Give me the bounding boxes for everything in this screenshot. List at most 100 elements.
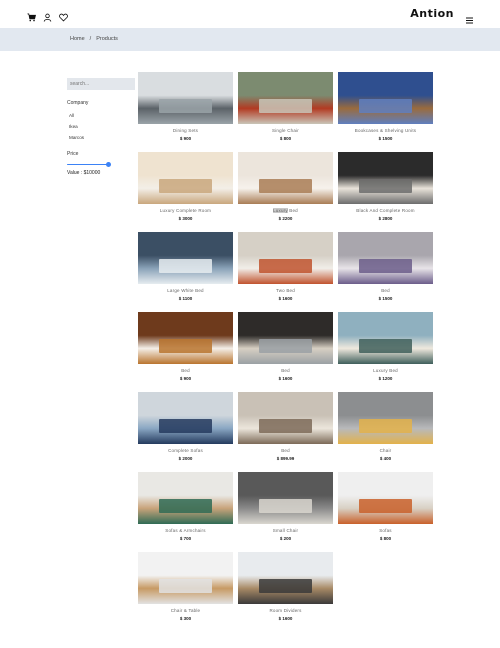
breadcrumb-home-link[interactable]: Home [70, 36, 85, 42]
product-name[interactable]: Dining Sets [138, 128, 233, 133]
product-card[interactable]: Bed $ 1500 [338, 232, 433, 312]
product-card[interactable]: Small Chair $ 200 [238, 472, 333, 552]
product-image[interactable] [238, 552, 333, 604]
product-card[interactable]: Single Chair $ 800 [238, 72, 333, 152]
product-image[interactable] [238, 72, 333, 124]
heart-icon[interactable] [59, 9, 68, 22]
product-card[interactable]: Room Dividers $ 1600 [238, 552, 333, 632]
product-price: $ 400 [379, 456, 392, 461]
product-card[interactable]: Complete Sofas $ 2000 [138, 392, 233, 472]
cart-icon[interactable] [27, 9, 37, 22]
price-slider-thumb[interactable] [106, 161, 111, 167]
user-icon[interactable] [43, 9, 52, 22]
company-option-ikea[interactable]: Ikea [67, 121, 137, 132]
product-image-detail [158, 99, 213, 113]
product-card[interactable]: Bed $ 1600 [238, 312, 333, 392]
breadcrumb-separator: / [89, 36, 92, 42]
product-price: $ 1500 [378, 296, 393, 301]
product-name[interactable]: Chair [338, 448, 433, 453]
company-option-all[interactable]: All [67, 110, 137, 121]
price-slider[interactable] [67, 161, 111, 167]
product-card[interactable]: Sofas & Armchairs $ 700 [138, 472, 233, 552]
product-name[interactable]: Bed [338, 288, 433, 293]
product-card[interactable]: Large White Bed $ 1100 [138, 232, 233, 312]
product-price: $ 2800 [378, 216, 393, 221]
brand-logo[interactable]: Antion [410, 7, 454, 20]
product-name[interactable]: Luxury Bed [238, 208, 333, 213]
product-name[interactable]: Bookcases & Shelving Units [338, 128, 433, 133]
product-image-detail [358, 339, 413, 353]
product-image[interactable] [138, 472, 233, 524]
product-name[interactable]: Complete Sofas [138, 448, 233, 453]
product-card[interactable]: Two Bed $ 1600 [238, 232, 333, 312]
product-price: $ 900 [179, 376, 192, 381]
product-image-detail [258, 339, 313, 353]
product-name[interactable]: Bed [238, 448, 333, 453]
product-image[interactable] [338, 472, 433, 524]
product-name[interactable]: Sofas [338, 528, 433, 533]
product-name[interactable]: Luxury Bed [338, 368, 433, 373]
product-card[interactable]: Sofas $ 800 [338, 472, 433, 552]
product-card[interactable]: Luxury Complete Room $ 3000 [138, 152, 233, 232]
breadcrumb-bar: Home / Products [0, 28, 500, 51]
product-image[interactable] [238, 152, 333, 204]
product-name[interactable]: Single Chair [238, 128, 333, 133]
product-name[interactable]: Two Bed [238, 288, 333, 293]
breadcrumb-current: Products [96, 36, 118, 42]
product-card[interactable]: Bed $ 899.99 [238, 392, 333, 472]
product-card[interactable]: Chair $ 400 [338, 392, 433, 472]
product-image[interactable] [138, 312, 233, 364]
breadcrumb: Home / Products [70, 36, 118, 42]
menu-icon[interactable] [466, 11, 473, 24]
product-name[interactable]: Large White Bed [138, 288, 233, 293]
product-price: $ 1500 [378, 136, 393, 141]
product-image-detail [158, 179, 213, 193]
product-card[interactable]: Bed $ 900 [138, 312, 233, 392]
product-image[interactable] [138, 392, 233, 444]
product-name[interactable]: Sofas & Armchairs [138, 528, 233, 533]
product-price: $ 200 [279, 536, 292, 541]
product-image-detail [158, 499, 213, 513]
product-image-detail [258, 99, 313, 113]
product-name[interactable]: Luxury Complete Room [138, 208, 233, 213]
product-image[interactable] [338, 232, 433, 284]
navbar-icons [27, 9, 68, 22]
product-image[interactable] [338, 72, 433, 124]
product-price: $ 900 [179, 136, 192, 141]
search-input[interactable] [67, 78, 135, 90]
product-name[interactable]: Black And Complete Room [338, 208, 433, 213]
product-image[interactable] [138, 72, 233, 124]
product-name[interactable]: Chair & Table [138, 608, 233, 613]
product-price: $ 3000 [178, 216, 193, 221]
filter-sidebar: Company All Ikea Marcos Price Value : $1… [67, 72, 137, 176]
product-image[interactable] [338, 312, 433, 364]
product-card[interactable]: Black And Complete Room $ 2800 [338, 152, 433, 232]
product-image[interactable] [138, 552, 233, 604]
product-image-detail [358, 99, 413, 113]
product-image-detail [158, 259, 213, 273]
product-name[interactable]: Room Dividers [238, 608, 333, 613]
product-image[interactable] [338, 392, 433, 444]
product-image[interactable] [238, 312, 333, 364]
product-name[interactable]: Bed [238, 368, 333, 373]
product-image[interactable] [238, 232, 333, 284]
product-price: $ 1600 [278, 296, 293, 301]
product-card[interactable]: Luxury Bed $ 1200 [338, 312, 433, 392]
product-price: $ 800 [279, 136, 292, 141]
product-image[interactable] [238, 392, 333, 444]
price-filter-label: Price [67, 151, 79, 157]
company-option-marcos[interactable]: Marcos [67, 132, 137, 143]
product-image[interactable] [338, 152, 433, 204]
product-price: $ 899.99 [276, 456, 295, 461]
product-card[interactable]: Luxury Bed $ 2200 [238, 152, 333, 232]
product-card[interactable]: Chair & Table $ 300 [138, 552, 233, 632]
product-image[interactable] [138, 152, 233, 204]
product-image-detail [358, 419, 413, 433]
product-name[interactable]: Bed [138, 368, 233, 373]
product-name[interactable]: Small Chair [238, 528, 333, 533]
selected-text-highlight: Luxury [273, 208, 288, 213]
product-image[interactable] [138, 232, 233, 284]
product-card[interactable]: Bookcases & Shelving Units $ 1500 [338, 72, 433, 152]
product-card[interactable]: Dining Sets $ 900 [138, 72, 233, 152]
product-image[interactable] [238, 472, 333, 524]
